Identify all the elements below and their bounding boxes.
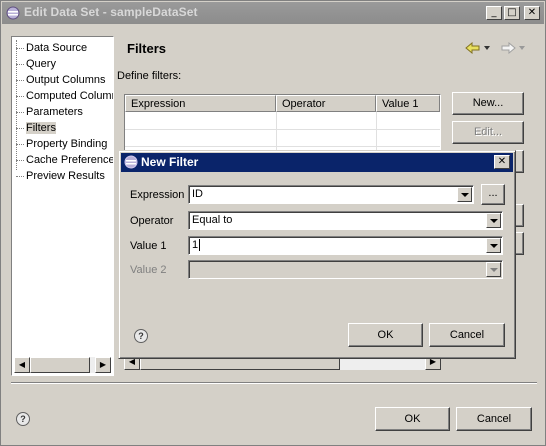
expression-label: Expression [130, 189, 185, 201]
expression-builder-button[interactable]: ... [481, 184, 505, 205]
chevron-down-icon[interactable] [457, 187, 472, 202]
window-titlebar[interactable]: Edit Data Set - sampleDataSet _ □ ✕ [2, 2, 544, 24]
chevron-down-icon [486, 262, 501, 277]
text-cursor [199, 239, 201, 251]
expression-value: ID [192, 188, 203, 200]
nav-item-cache-preference[interactable]: Cache Preference [14, 152, 113, 168]
value1-combo[interactable]: 1 [188, 236, 503, 255]
nav-item-computed-columns[interactable]: Computed Columns [14, 88, 113, 104]
dialog-close-button[interactable]: ✕ [494, 155, 510, 169]
nav-item-label: Filters [26, 122, 56, 134]
dialog-help-icon[interactable]: ? [134, 329, 148, 343]
forward-arrow-icon[interactable] [500, 41, 516, 54]
nav-item-preview-results[interactable]: Preview Results [14, 168, 113, 184]
nav-item-label: Computed Columns [26, 90, 113, 102]
nav-item-output-columns[interactable]: Output Columns [14, 72, 113, 88]
operator-label: Operator [130, 215, 174, 227]
nav-item-label: Parameters [26, 106, 83, 118]
minimize-button[interactable]: _ [486, 6, 502, 20]
eclipse-icon [124, 155, 138, 169]
ok-button[interactable]: OK [375, 407, 450, 431]
value2-label: Value 2 [130, 264, 167, 276]
dialog-title: New Filter [141, 155, 199, 169]
nav-item-label: Preview Results [26, 170, 105, 182]
define-filters-label: Define filters: [117, 70, 182, 82]
edit-filter-button[interactable]: Edit... [452, 121, 524, 144]
value1-input[interactable]: 1 [192, 239, 201, 251]
chevron-down-icon[interactable] [486, 238, 501, 253]
dialog-ok-button[interactable]: OK [348, 323, 423, 347]
back-arrow-icon[interactable] [465, 41, 481, 54]
chevron-down-icon[interactable] [484, 45, 491, 51]
nav-item-parameters[interactable]: Parameters [14, 104, 113, 120]
column-header-expression[interactable]: Expression [125, 95, 276, 112]
scroll-right-icon[interactable]: ▶ [95, 357, 111, 373]
nav-item-data-source[interactable]: Data Source [14, 40, 113, 56]
nav-tree: Data Source Query Output Columns Compute… [14, 40, 113, 358]
close-button[interactable]: ✕ [524, 6, 540, 20]
column-header-value1[interactable]: Value 1 [376, 95, 440, 112]
nav-item-label: Output Columns [26, 74, 106, 86]
window-title: Edit Data Set - sampleDataSet [24, 5, 198, 19]
nav-item-query[interactable]: Query [14, 56, 113, 72]
dialog-cancel-button[interactable]: Cancel [429, 323, 505, 347]
scroll-left-icon[interactable]: ◀ [14, 357, 30, 373]
value1-label: Value 1 [130, 240, 167, 252]
nav-item-filters[interactable]: Filters [14, 120, 113, 136]
chevron-down-icon[interactable] [486, 213, 501, 228]
cancel-button[interactable]: Cancel [456, 407, 532, 431]
nav-item-label: Query [26, 58, 56, 70]
nav-item-label: Cache Preference [26, 154, 113, 166]
page-title: Filters [127, 41, 167, 56]
expression-combo[interactable]: ID [188, 185, 474, 204]
nav-tree-pane: Data Source Query Output Columns Compute… [11, 36, 114, 376]
table-header: Expression Operator Value 1 [125, 95, 440, 112]
new-filter-button[interactable]: New... [452, 92, 524, 115]
operator-select[interactable]: Equal to [188, 211, 503, 230]
nav-item-property-binding[interactable]: Property Binding [14, 136, 113, 152]
new-filter-dialog: New Filter ✕ Expression ID ... Operator … [118, 150, 516, 359]
eclipse-icon [6, 6, 20, 20]
nav-item-label: Property Binding [26, 138, 108, 150]
dialog-titlebar[interactable]: New Filter ✕ [121, 153, 513, 172]
value1-text: 1 [192, 239, 199, 251]
history-nav [465, 40, 525, 54]
value2-combo [188, 260, 503, 279]
nav-item-label: Data Source [26, 42, 88, 54]
chevron-down-icon[interactable] [519, 45, 525, 51]
maximize-button[interactable]: □ [504, 6, 520, 20]
nav-horizontal-scrollbar[interactable]: ◀ ▶ [14, 357, 111, 373]
operator-value: Equal to [192, 214, 233, 226]
footer-separator [11, 382, 537, 384]
grid-line [125, 146, 440, 147]
scroll-thumb[interactable] [30, 357, 90, 373]
column-header-operator[interactable]: Operator [276, 95, 376, 112]
grid-line [125, 129, 440, 130]
help-icon[interactable]: ? [16, 412, 30, 426]
